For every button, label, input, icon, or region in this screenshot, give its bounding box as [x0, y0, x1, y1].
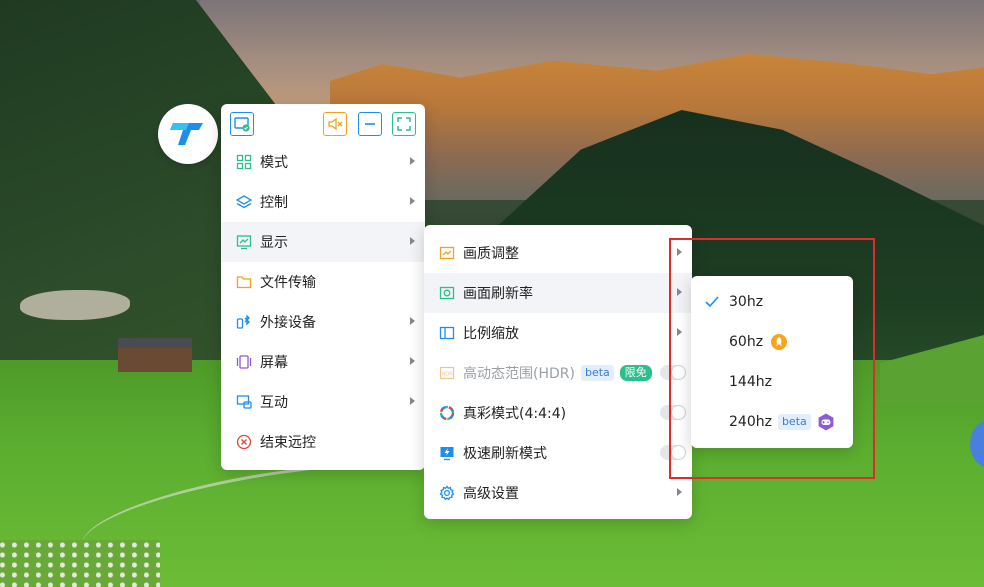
chevron-right-icon [410, 317, 415, 325]
free-badge: 限免 [619, 365, 652, 381]
svg-text:HDR: HDR [441, 372, 453, 378]
chevron-right-icon [677, 328, 682, 336]
display-submenu: 画质调整 画面刷新率 比例缩放 HDR 高动态范围(HDR) beta 限免 真… [424, 225, 692, 519]
menu-item-external-devices[interactable]: 外接设备 [221, 302, 425, 342]
refresh-rate-submenu: 30hz 60hz 144hz 240hz beta [691, 276, 853, 448]
flowers [0, 540, 160, 587]
app-logo[interactable] [158, 104, 218, 164]
fast-refresh-toggle[interactable] [660, 445, 686, 460]
layers-icon [235, 194, 252, 211]
menu-item-label: 画面刷新率 [463, 286, 533, 302]
minus-icon [365, 123, 375, 125]
beta-badge: beta [777, 414, 811, 430]
menu-toolbar [221, 104, 425, 142]
menu-item-label: 显示 [260, 235, 288, 251]
menu-item-interaction[interactable]: 互动 [221, 382, 425, 422]
menu-item-refresh-rate[interactable]: 画面刷新率 [424, 273, 692, 313]
monitor-check-icon [234, 117, 250, 132]
chevron-right-icon [410, 397, 415, 405]
refresh-option-60hz[interactable]: 60hz [691, 322, 853, 362]
mute-button[interactable] [323, 112, 347, 136]
menu-item-label: 高级设置 [463, 486, 519, 502]
chevron-right-icon [410, 157, 415, 165]
menu-item-quality[interactable]: 画质调整 [424, 233, 692, 273]
close-circle-icon [235, 434, 252, 451]
color-wheel-icon [438, 405, 455, 422]
chevron-right-icon [677, 288, 682, 296]
menu-item-label: 文件传输 [260, 275, 316, 291]
menu-item-end-remote[interactable]: 结束远控 [221, 422, 425, 462]
grid-icon [235, 154, 252, 171]
checkmark-icon [705, 296, 719, 308]
fullscreen-button[interactable] [392, 112, 416, 136]
gamepad-badge-icon [818, 413, 834, 431]
refresh-option-label: 60hz [729, 334, 764, 350]
menu-item-label: 互动 [260, 395, 288, 411]
bluetooth-device-icon [235, 314, 252, 331]
speaker-mute-icon [328, 117, 343, 131]
menu-item-label: 比例缩放 [463, 326, 519, 342]
chevron-right-icon [410, 237, 415, 245]
menu-item-hdr[interactable]: HDR 高动态范围(HDR) beta 限免 [424, 353, 692, 393]
menu-item-scale[interactable]: 比例缩放 [424, 313, 692, 353]
gravel-patch [20, 290, 130, 320]
barn [118, 338, 192, 372]
refresh-screen-icon [438, 285, 455, 302]
menu-item-label: 画质调整 [463, 246, 519, 262]
beta-badge: beta [580, 365, 614, 381]
menu-item-label: 结束远控 [260, 435, 316, 451]
true-color-toggle[interactable] [660, 405, 686, 420]
menu-item-fast-refresh[interactable]: 极速刷新模式 [424, 433, 692, 473]
refresh-option-label: 144hz [729, 374, 772, 390]
lightning-monitor-icon [438, 445, 455, 462]
screens-icon [235, 354, 252, 371]
chevron-right-icon [677, 488, 682, 496]
chevron-right-icon [410, 357, 415, 365]
menu-item-label: 高动态范围(HDR) [463, 366, 575, 382]
refresh-option-240hz[interactable]: 240hz beta [691, 402, 853, 442]
image-adjust-icon [438, 245, 455, 262]
screen-switch-button[interactable] [230, 112, 254, 136]
menu-item-label: 屏幕 [260, 355, 288, 371]
menu-item-label: 真彩模式(4:4:4) [463, 406, 567, 422]
refresh-option-label: 30hz [729, 294, 764, 310]
chart-monitor-icon [235, 234, 252, 251]
menu-item-file-transfer[interactable]: 文件传输 [221, 262, 425, 302]
menu-item-true-color[interactable]: 真彩模式(4:4:4) [424, 393, 692, 433]
aspect-ratio-icon [438, 325, 455, 342]
refresh-option-144hz[interactable]: 144hz [691, 362, 853, 402]
hdr-toggle[interactable] [660, 365, 686, 380]
refresh-option-30hz[interactable]: 30hz [691, 282, 853, 322]
remote-control-menu: 模式 控制 显示 文件传输 外接设备 屏幕 互动 结束远控 [221, 104, 425, 470]
menu-item-label: 模式 [260, 155, 288, 171]
chevron-right-icon [410, 197, 415, 205]
menu-item-label: 极速刷新模式 [463, 446, 547, 462]
menu-item-label: 控制 [260, 195, 288, 211]
menu-item-label: 外接设备 [260, 315, 316, 331]
chat-monitor-icon [235, 394, 252, 411]
gear-icon [438, 485, 455, 502]
menu-item-mode[interactable]: 模式 [221, 142, 425, 182]
fullscreen-icon [397, 117, 411, 131]
refresh-option-label: 240hz [729, 414, 772, 430]
menu-item-display[interactable]: 显示 [221, 222, 425, 262]
todesk-logo-icon [170, 123, 203, 145]
menu-item-screen[interactable]: 屏幕 [221, 342, 425, 382]
rocket-icon [771, 334, 788, 350]
chevron-right-icon [677, 248, 682, 256]
menu-item-advanced-settings[interactable]: 高级设置 [424, 473, 692, 513]
menu-item-control[interactable]: 控制 [221, 182, 425, 222]
minimize-button[interactable] [358, 112, 382, 136]
hdr-icon: HDR [438, 365, 455, 382]
folder-icon [235, 274, 252, 291]
